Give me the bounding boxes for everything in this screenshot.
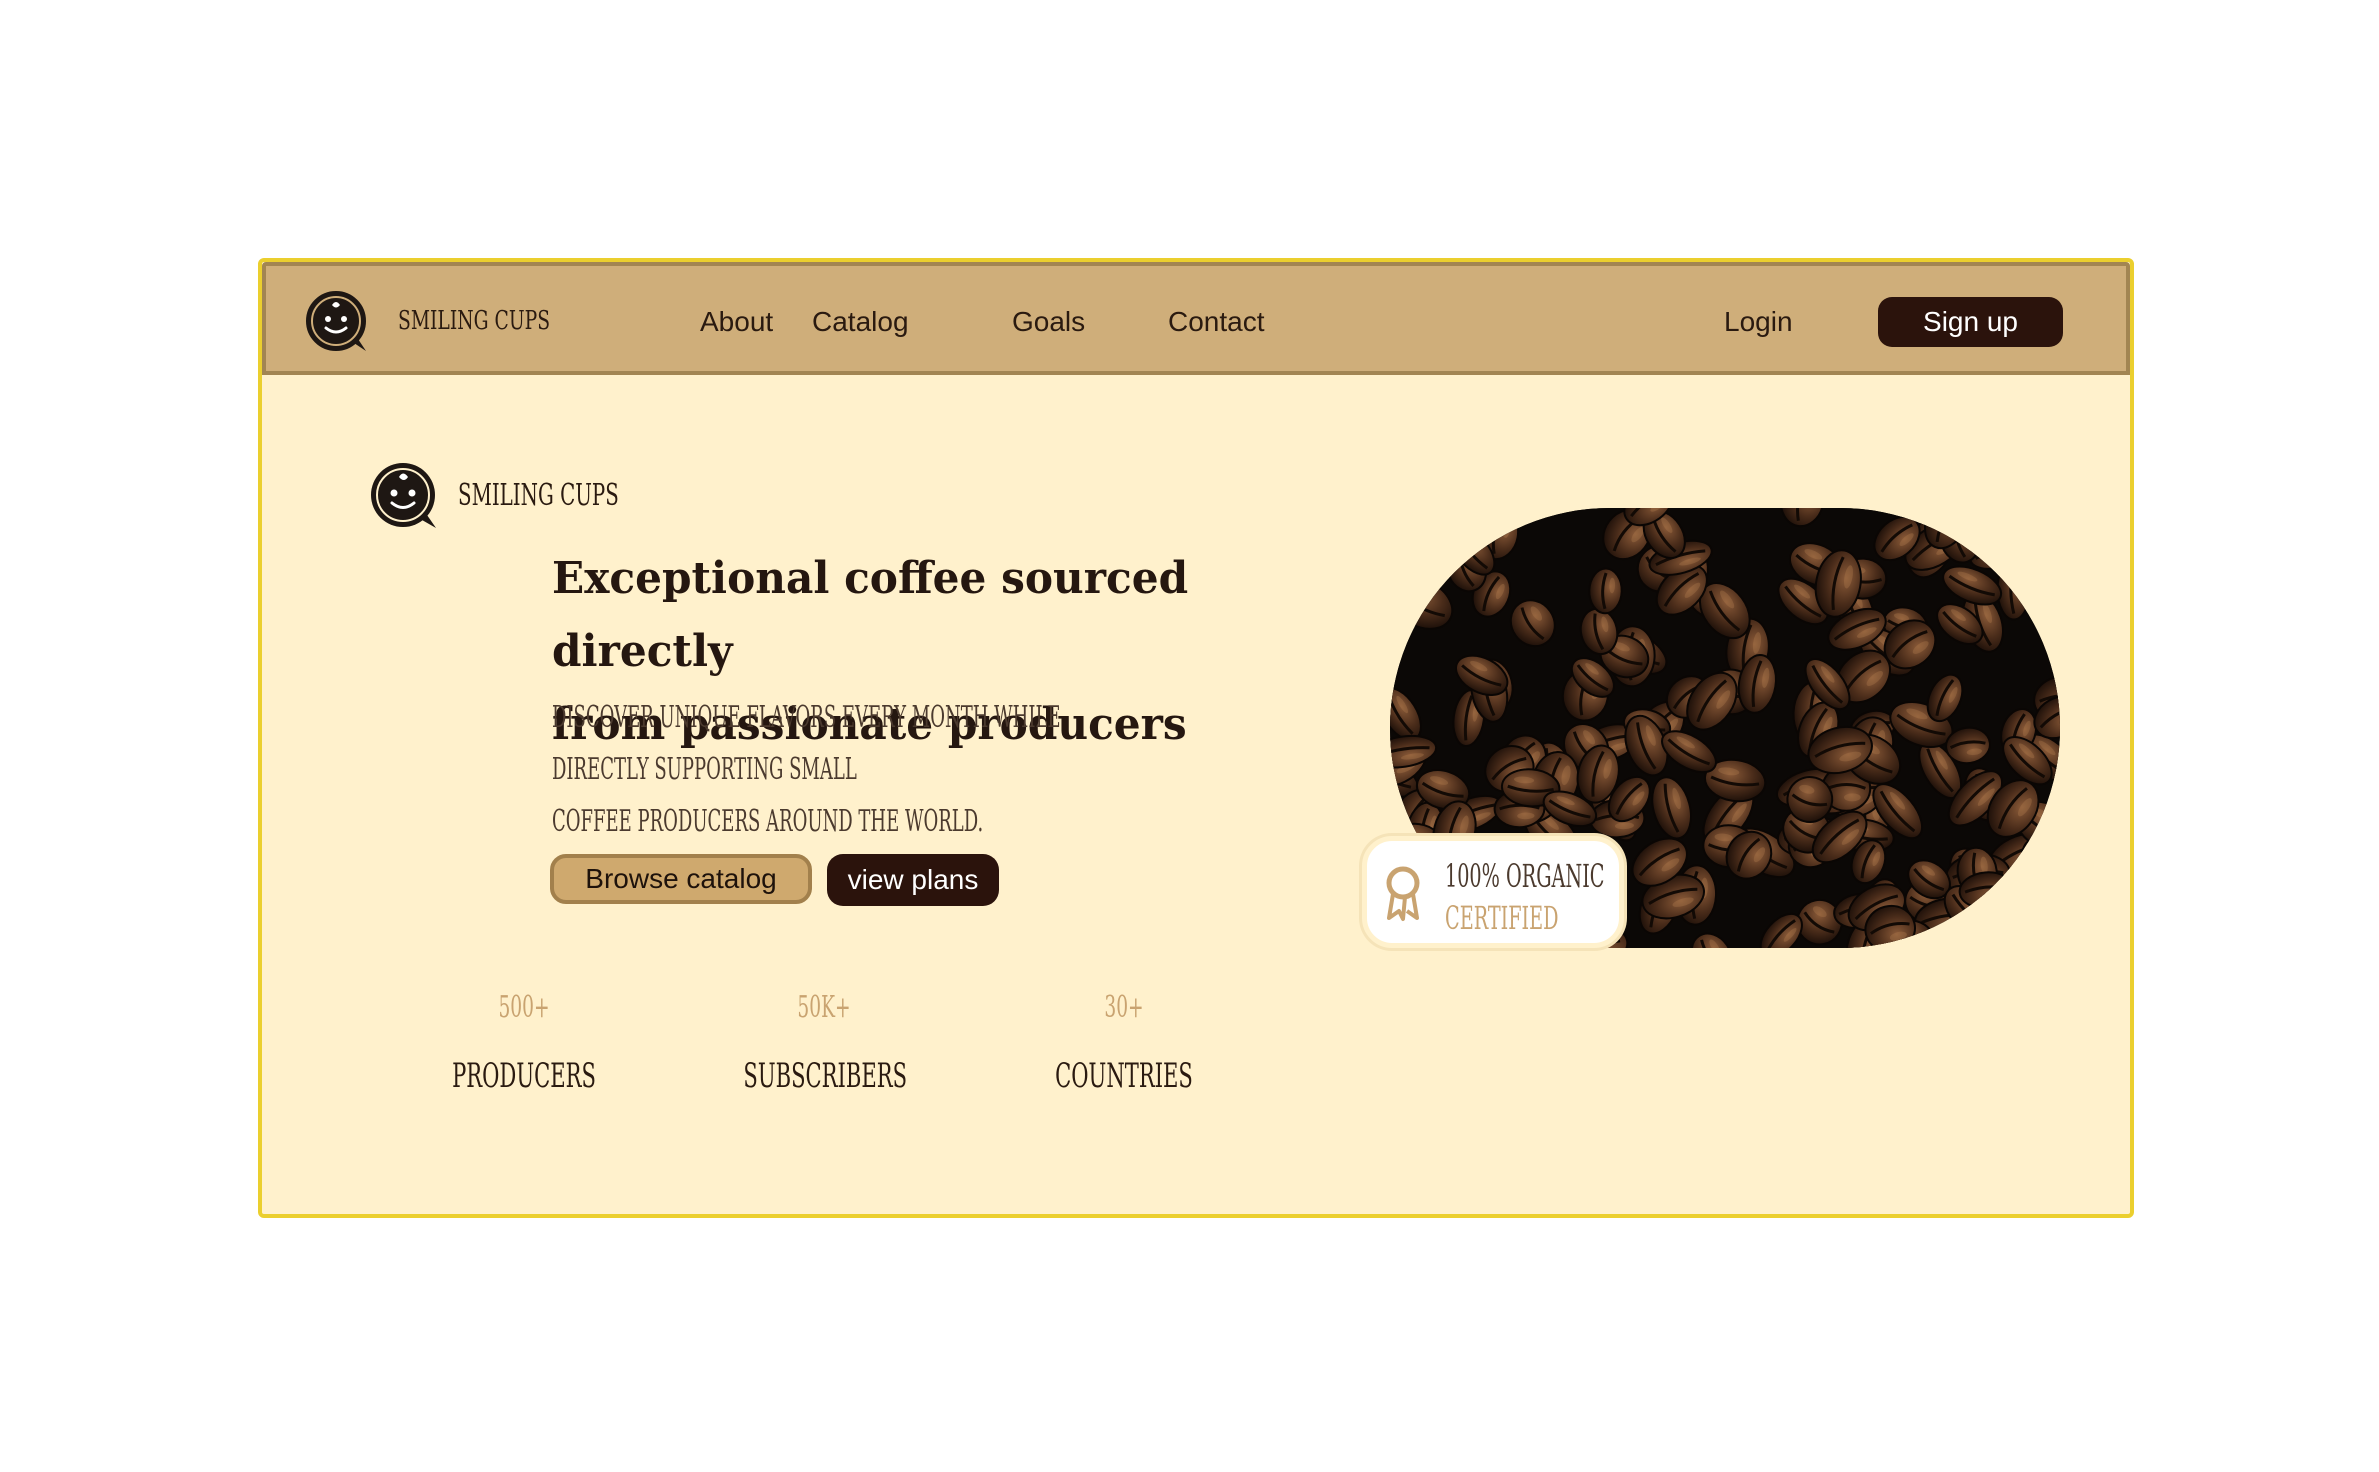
- hero-headline-line-1: Exceptional coffee sourced directly: [552, 553, 1189, 677]
- smiling-cup-icon[interactable]: [304, 289, 370, 355]
- coffee-bean: [1996, 559, 2031, 621]
- stat-countries-value: 30+: [1104, 990, 1144, 1025]
- login-link[interactable]: Login: [1724, 306, 1793, 338]
- nav-link-goals[interactable]: Goals: [1012, 306, 1085, 338]
- stat-producers-value: 500+: [498, 990, 550, 1025]
- coffee-bean: [1390, 508, 1449, 522]
- coffee-bean: [1990, 508, 2040, 518]
- organic-certified-badge: 100% organic Certified: [1362, 836, 1624, 948]
- stat-subscribers-value: 50K+: [797, 990, 851, 1025]
- coffee-bean: [2009, 508, 2048, 550]
- coffee-bean: [2014, 916, 2055, 948]
- coffee-bean: [2021, 546, 2060, 592]
- coffee-bean: [1390, 508, 1407, 524]
- nav-link-about[interactable]: About: [700, 306, 773, 338]
- view-plans-button[interactable]: view plans: [827, 854, 999, 906]
- coffee-bean: [1416, 508, 1467, 548]
- browse-catalog-button[interactable]: Browse catalog: [550, 854, 812, 904]
- smiling-cup-icon: [371, 463, 436, 528]
- hero-brand-name: Smiling cups: [458, 478, 619, 513]
- hero-subheading-line-1: Discover unique flavors every month whil…: [552, 700, 1061, 787]
- hero-subheading: Discover unique flavors every month whil…: [552, 692, 1152, 848]
- landing-page-frame: Smiling cups About Catalog Goals Contact…: [258, 258, 2134, 1218]
- signup-button[interactable]: Sign up: [1878, 297, 2063, 347]
- coffee-bean: [1588, 567, 1623, 615]
- stat-subscribers-label: Subscribers: [743, 1056, 908, 1096]
- hero-subheading-line-2: coffee producers around the world.: [552, 804, 984, 839]
- badge-title: 100% organic: [1445, 857, 1605, 895]
- stat-countries-label: Countries: [1055, 1056, 1193, 1096]
- nav-link-contact[interactable]: Contact: [1168, 306, 1265, 338]
- coffee-bean: [1390, 543, 1430, 578]
- top-navbar: Smiling cups About Catalog Goals Contact…: [262, 262, 2130, 375]
- nav-link-catalog[interactable]: Catalog: [812, 306, 909, 338]
- award-ribbon-icon: [1386, 866, 1420, 921]
- coffee-bean: [1951, 920, 1998, 948]
- navbar-brand-name[interactable]: Smiling cups: [398, 306, 550, 336]
- badge-subtitle: Certified: [1445, 899, 1559, 937]
- coffee-bean: [1971, 910, 2028, 948]
- stat-producers-label: Producers: [452, 1056, 596, 1096]
